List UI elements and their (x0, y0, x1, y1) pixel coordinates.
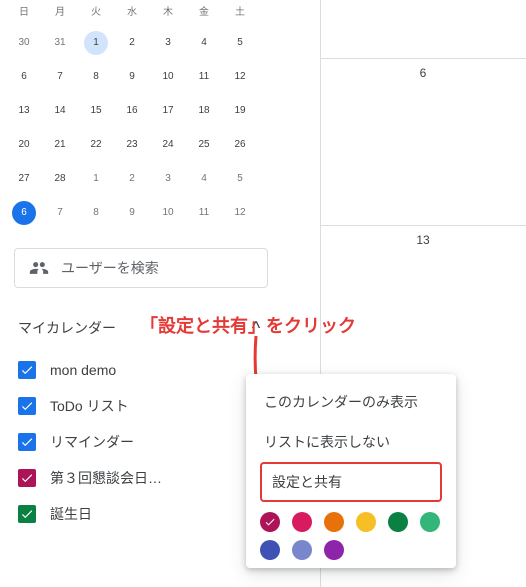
mini-calendar-day[interactable]: 30 (6, 31, 42, 55)
mini-calendar-day[interactable]: 23 (114, 133, 150, 157)
color-swatch[interactable] (324, 540, 344, 560)
mini-calendar-dow: 火 (78, 0, 114, 26)
mini-calendar-week: 6789101112 (6, 196, 278, 230)
mini-calendar-week: 303112345 (6, 26, 278, 60)
mini-calendar-week: 6789101112 (6, 60, 278, 94)
mini-calendar-dow: 木 (150, 0, 186, 26)
menu-item-settings-and-sharing[interactable]: 設定と共有 (260, 462, 442, 502)
mini-calendar-day[interactable]: 2 (114, 31, 150, 55)
mini-calendar-day[interactable]: 11 (186, 65, 222, 89)
mini-calendar-week: 13141516171819 (6, 94, 278, 128)
mini-calendar-dow: 土 (222, 0, 258, 26)
mini-calendar-day[interactable]: 4 (186, 167, 222, 191)
calendar-checkbox[interactable] (18, 433, 36, 451)
people-search-input[interactable]: ユーザーを検索 (14, 248, 268, 288)
mini-calendar-day[interactable]: 27 (6, 167, 42, 191)
mini-calendar-day[interactable]: 2 (114, 167, 150, 191)
mini-calendar-week: 272812345 (6, 162, 278, 196)
color-swatch[interactable] (388, 512, 408, 532)
calendar-list-item[interactable]: 誕生日 (18, 496, 268, 532)
mini-calendar-day[interactable]: 8 (78, 65, 114, 89)
mini-calendar-day[interactable]: 6 (6, 65, 42, 89)
color-swatch[interactable] (260, 512, 280, 532)
mini-calendar-day[interactable]: 6 (6, 201, 42, 225)
mini-calendar-day[interactable]: 7 (42, 201, 78, 225)
mini-calendar-day[interactable]: 18 (186, 99, 222, 123)
calendar-checkbox[interactable] (18, 361, 36, 379)
mini-calendar-day[interactable]: 20 (6, 133, 42, 157)
calendar-list: mon demo ToDo リストリマインダー第３回懇談会日…× 誕生日 (18, 352, 268, 532)
mini-calendar-day[interactable]: 24 (150, 133, 186, 157)
calendar-list-item[interactable]: ToDo リスト (18, 388, 268, 424)
my-calendars-label: マイカレンダー (18, 318, 116, 338)
calendar-checkbox[interactable] (18, 469, 36, 487)
color-swatch[interactable] (356, 512, 376, 532)
mini-calendar-day[interactable]: 9 (114, 65, 150, 89)
mini-calendar-day[interactable]: 3 (150, 31, 186, 55)
color-palette (246, 502, 456, 560)
mini-calendar-day[interactable]: 1 (78, 167, 114, 191)
mini-calendar-day[interactable]: 8 (78, 201, 114, 225)
mini-calendar-day[interactable]: 26 (222, 133, 258, 157)
calendar-name: mon demo (50, 362, 268, 378)
people-search-icon (29, 258, 49, 278)
annotation-text: 「設定と共有」をクリック (140, 312, 356, 338)
calendar-list-item[interactable]: 第３回懇談会日…× (18, 460, 268, 496)
mini-calendar-day[interactable]: 11 (186, 201, 222, 225)
mini-calendar-day[interactable]: 7 (42, 65, 78, 89)
color-swatch[interactable] (260, 540, 280, 560)
mini-calendar-dow: 水 (114, 0, 150, 26)
color-swatch[interactable] (420, 512, 440, 532)
mini-calendar-day[interactable]: 22 (78, 133, 114, 157)
mini-calendar-dow: 月 (42, 0, 78, 26)
people-search-placeholder: ユーザーを検索 (61, 258, 159, 278)
color-swatch[interactable] (292, 540, 312, 560)
mini-calendar-day[interactable]: 15 (78, 99, 114, 123)
mini-calendar-day[interactable]: 13 (6, 99, 42, 123)
color-swatch[interactable] (292, 512, 312, 532)
color-swatch[interactable] (324, 512, 344, 532)
mini-calendar-day[interactable]: 19 (222, 99, 258, 123)
calendar-name: 第３回懇談会日… (50, 468, 246, 488)
mini-calendar-day[interactable]: 12 (222, 201, 258, 225)
mini-calendar-dow: 日 (6, 0, 42, 26)
mini-calendar-day[interactable]: 10 (150, 65, 186, 89)
calendar-name: リマインダー (50, 432, 268, 452)
mini-calendar-day[interactable]: 12 (222, 65, 258, 89)
menu-item-only-show[interactable]: このカレンダーのみ表示 (246, 382, 456, 422)
mini-calendar[interactable]: 日月火水木金土 30311234567891011121314151617181… (0, 0, 282, 230)
mini-calendar-dow-row: 日月火水木金土 (6, 0, 278, 26)
mini-calendar-week: 20212223242526 (6, 128, 278, 162)
mini-calendar-day[interactable]: 16 (114, 99, 150, 123)
main-date-number[interactable]: 6 (320, 66, 526, 80)
mini-calendar-day[interactable]: 5 (222, 31, 258, 55)
calendar-checkbox[interactable] (18, 397, 36, 415)
calendar-checkbox[interactable] (18, 505, 36, 523)
calendar-list-item[interactable]: mon demo (18, 352, 268, 388)
menu-item-hide-from-list[interactable]: リストに表示しない (246, 422, 456, 462)
mini-calendar-day[interactable]: 25 (186, 133, 222, 157)
mini-calendar-day[interactable]: 10 (150, 201, 186, 225)
main-date-number[interactable]: 13 (320, 233, 526, 247)
calendar-list-item[interactable]: リマインダー (18, 424, 268, 460)
mini-calendar-day[interactable]: 14 (42, 99, 78, 123)
calendar-name: ToDo リスト (50, 396, 268, 416)
mini-calendar-day[interactable]: 31 (42, 31, 78, 55)
calendar-name: 誕生日 (50, 504, 268, 524)
mini-calendar-day[interactable]: 9 (114, 201, 150, 225)
mini-calendar-day[interactable]: 1 (78, 31, 114, 55)
mini-calendar-day[interactable]: 5 (222, 167, 258, 191)
mini-calendar-day[interactable]: 4 (186, 31, 222, 55)
mini-calendar-day[interactable]: 21 (42, 133, 78, 157)
mini-calendar-day[interactable]: 17 (150, 99, 186, 123)
mini-calendar-dow: 金 (186, 0, 222, 26)
mini-calendar-day[interactable]: 28 (42, 167, 78, 191)
calendar-options-popup: このカレンダーのみ表示 リストに表示しない 設定と共有 (246, 374, 456, 568)
mini-calendar-day[interactable]: 3 (150, 167, 186, 191)
